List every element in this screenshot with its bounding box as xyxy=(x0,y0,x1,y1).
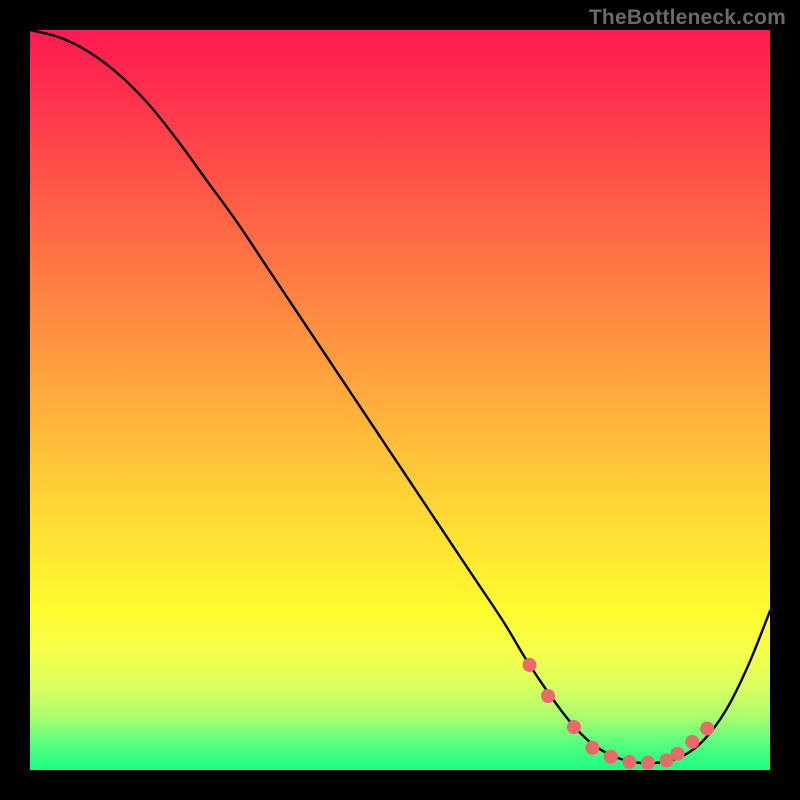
watermark-text: TheBottleneck.com xyxy=(589,6,786,30)
plot-area xyxy=(30,30,770,770)
marker-dot xyxy=(604,750,618,764)
marker-dot xyxy=(700,722,714,736)
curve-markers xyxy=(522,658,714,770)
marker-dot xyxy=(685,735,699,749)
marker-dot xyxy=(567,720,581,734)
marker-dot xyxy=(522,658,536,672)
marker-dot xyxy=(585,741,599,755)
marker-dot xyxy=(641,756,655,770)
chart-svg xyxy=(30,30,770,770)
marker-dot xyxy=(670,747,684,761)
marker-dot xyxy=(622,755,636,769)
chart-frame: TheBottleneck.com xyxy=(0,0,800,800)
marker-dot xyxy=(541,689,555,703)
curve-line xyxy=(30,30,770,763)
